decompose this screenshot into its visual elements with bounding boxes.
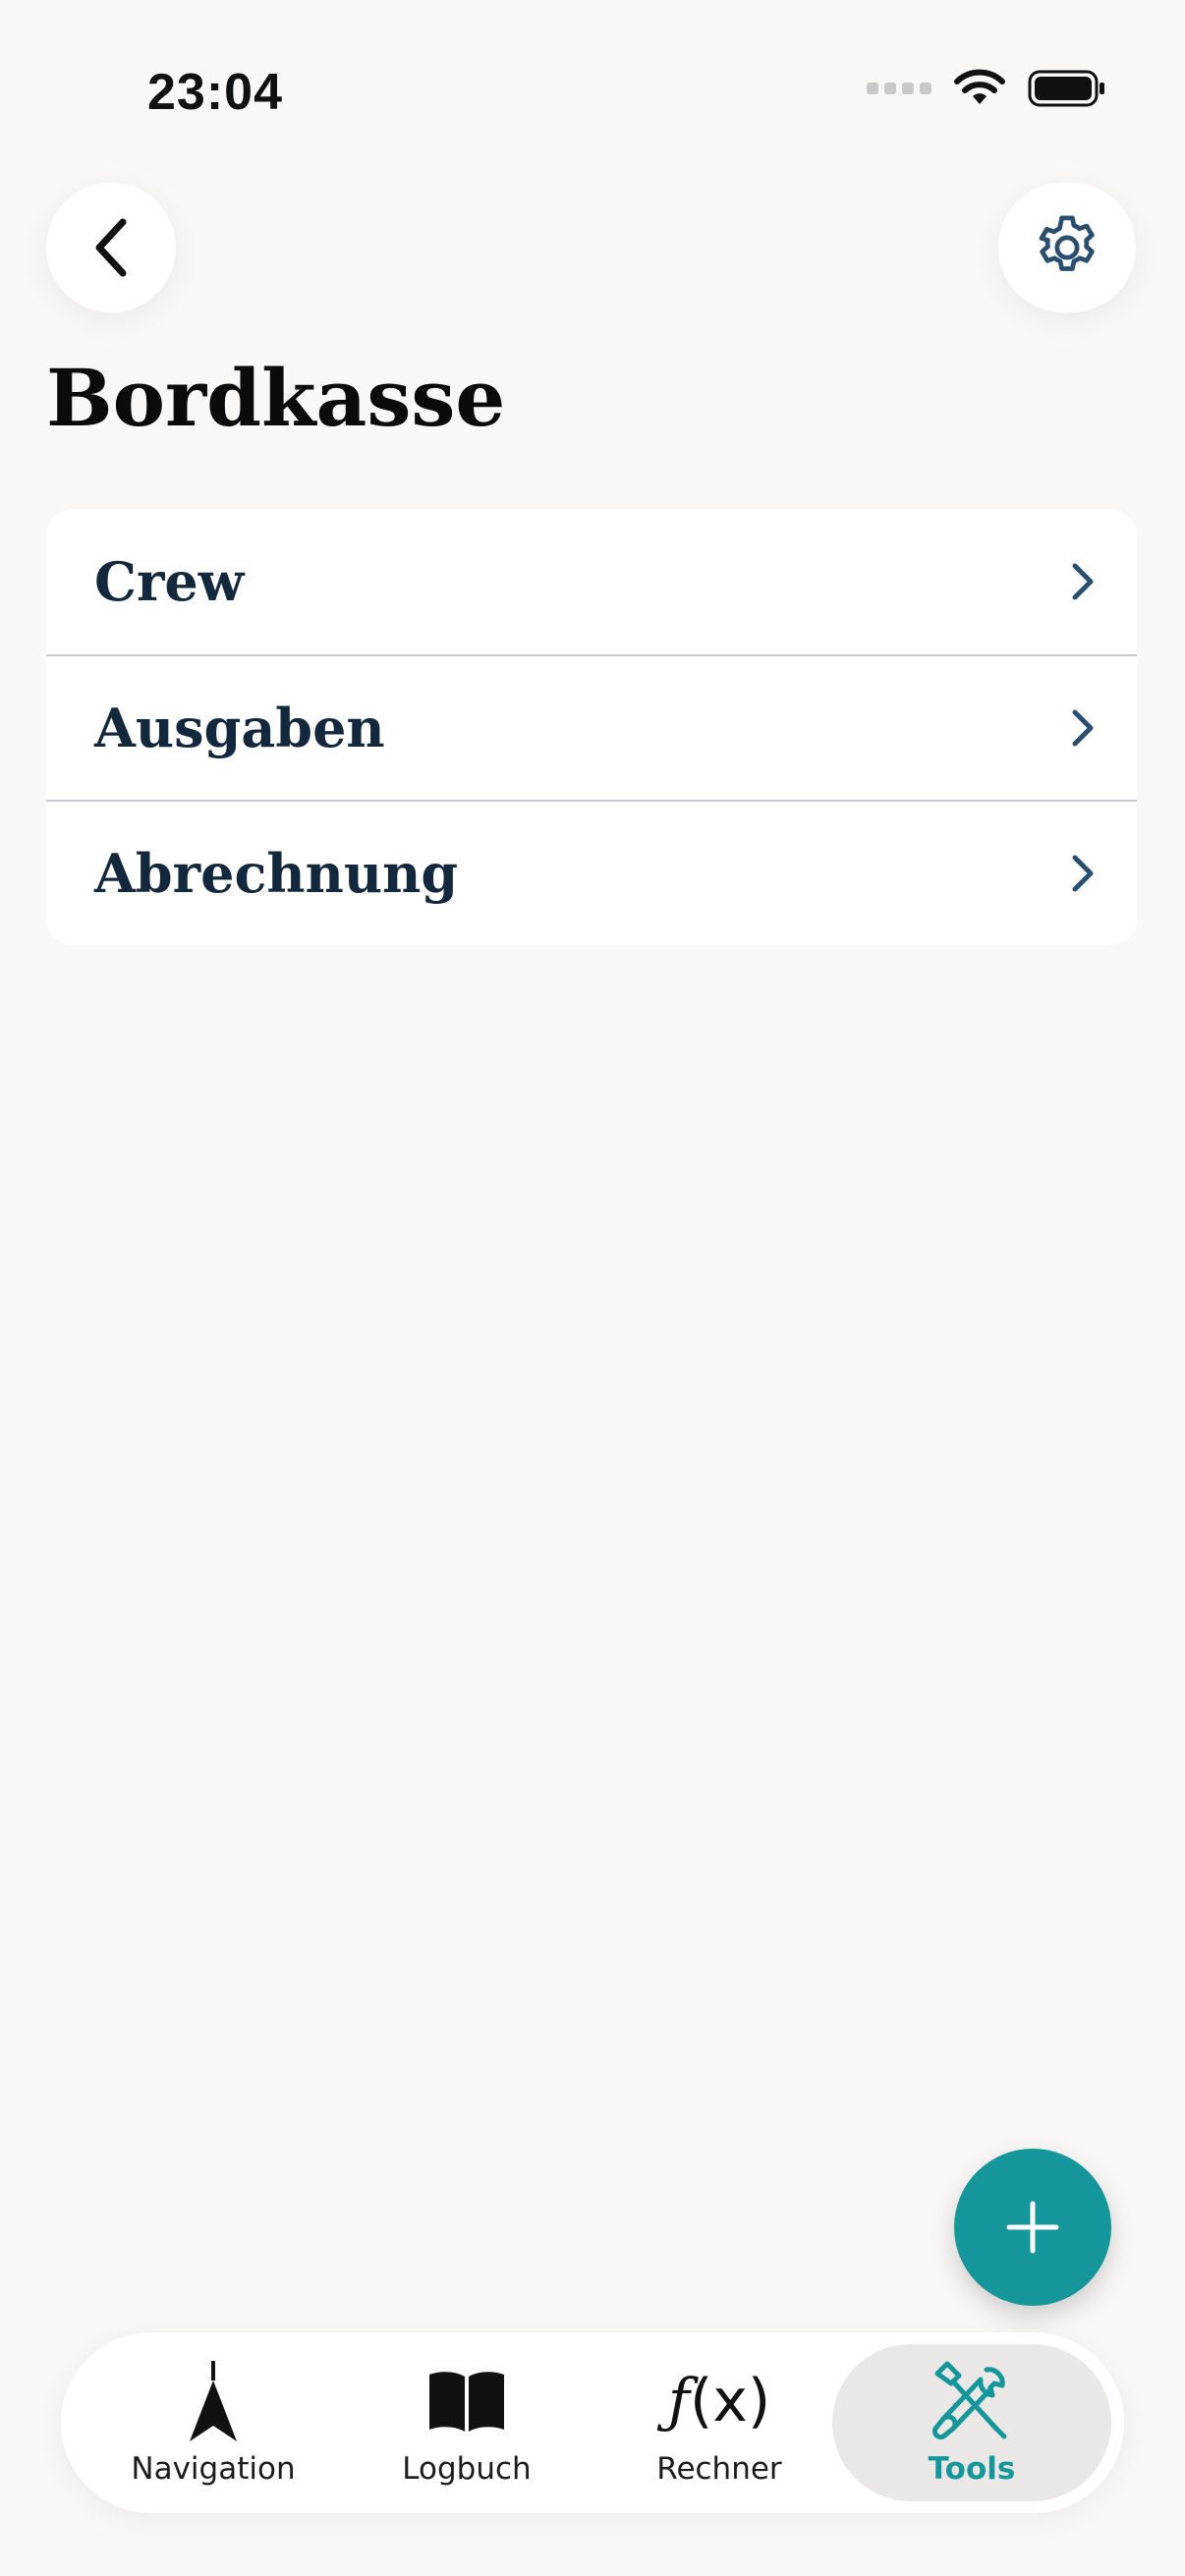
settings-button[interactable]: [998, 183, 1136, 312]
tab-label: Rechner: [656, 2451, 782, 2487]
wifi-icon: [954, 69, 1005, 104]
chevron-left-icon: [95, 218, 127, 277]
book-icon: [429, 2372, 504, 2432]
status-time: 23:04: [147, 64, 283, 121]
menu-item-label: Ausgaben: [94, 697, 385, 759]
chevron-right-icon: [1072, 709, 1094, 747]
menu-item-label: Abrechnung: [94, 842, 459, 905]
cellular-signal-icon: [867, 83, 931, 94]
menu-item-crew[interactable]: Crew: [46, 509, 1137, 654]
tab-navigation[interactable]: Navigation: [95, 2344, 331, 2501]
tools-icon: [931, 2361, 1007, 2440]
tab-label: Tools: [928, 2451, 1016, 2487]
tab-logbuch[interactable]: Logbuch: [349, 2344, 585, 2501]
chevron-right-icon: [1072, 563, 1094, 600]
chevron-right-icon: [1072, 855, 1094, 892]
tab-rechner[interactable]: ƒ(x) Rechner: [601, 2344, 837, 2501]
plus-icon: [1006, 2201, 1059, 2254]
battery-icon: [1028, 70, 1104, 107]
page-title: Bordkasse: [46, 352, 506, 444]
back-button[interactable]: [46, 183, 176, 312]
menu-item-abrechnung[interactable]: Abrechnung: [46, 800, 1137, 945]
menu-item-ausgaben[interactable]: Ausgaben: [46, 654, 1137, 800]
navigation-arrow-icon: [190, 2361, 237, 2441]
function-icon: ƒ(x): [667, 2367, 771, 2436]
tab-label: Navigation: [131, 2451, 296, 2487]
tab-label: Logbuch: [402, 2451, 532, 2487]
status-icons: [867, 69, 1106, 108]
menu-list: Crew Ausgaben Abrechnung: [46, 509, 1137, 945]
tab-tools[interactable]: Tools: [832, 2344, 1111, 2501]
gear-icon: [1039, 215, 1095, 271]
status-bar: 23:04: [0, 0, 1185, 187]
tab-bar: Navigation Logbuch ƒ(x) Rechner Tools: [61, 2332, 1124, 2513]
add-button[interactable]: [954, 2149, 1111, 2306]
menu-item-label: Crew: [94, 550, 245, 613]
